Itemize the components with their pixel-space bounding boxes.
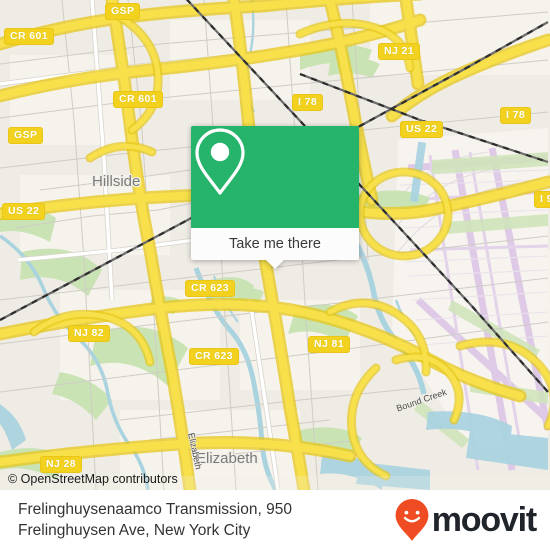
location-pin-icon [195, 128, 245, 195]
moovit-wordmark: moovit [431, 501, 537, 539]
road-shield: I 78 [292, 94, 324, 111]
road-shield: NJ 21 [378, 43, 421, 60]
road-shield: NJ 82 [68, 325, 111, 342]
popup-header [191, 126, 359, 228]
footer-bar: Frelinghuysenaamco Transmission, 950 Fre… [0, 490, 550, 550]
road-shield: I 9 [534, 191, 550, 208]
road-shield: US 22 [2, 203, 46, 220]
map-popup[interactable]: Take me there [191, 126, 359, 269]
road-shield: GSP [8, 127, 44, 144]
osm-attribution[interactable]: © OpenStreetMap contributors [8, 472, 178, 486]
road-shield: NJ 81 [308, 336, 351, 353]
place-title: Frelinghuysenaamco Transmission, 950 Fre… [18, 501, 292, 539]
road-shield: NJ 28 [40, 456, 83, 473]
road-shield: CR 601 [4, 28, 55, 45]
road-shield: CR 623 [185, 280, 236, 297]
take-me-there-label: Take me there [229, 236, 321, 252]
road-shield: CR 601 [113, 91, 164, 108]
moovit-pin-icon [395, 499, 429, 541]
popup-pointer-tail [265, 259, 285, 269]
moovit-logo[interactable]: moovit [394, 498, 537, 542]
road-shield: I 78 [500, 107, 532, 124]
place-label: Elizabeth [196, 450, 258, 467]
road-shield: US 22 [400, 121, 444, 138]
popup-footer[interactable]: Take me there [191, 228, 359, 260]
moovit-map-screenshot: GSP CR 601 NJ 21 CR 601 I 78 I 78 US 22 GSP US 2… [0, 0, 550, 550]
map-canvas[interactable]: GSP CR 601 NJ 21 CR 601 I 78 I 78 US 22 GSP US 2… [0, 0, 550, 490]
road-shield: CR 623 [189, 348, 240, 365]
place-label: Hillside [92, 173, 141, 190]
road-shield: GSP [105, 3, 141, 20]
